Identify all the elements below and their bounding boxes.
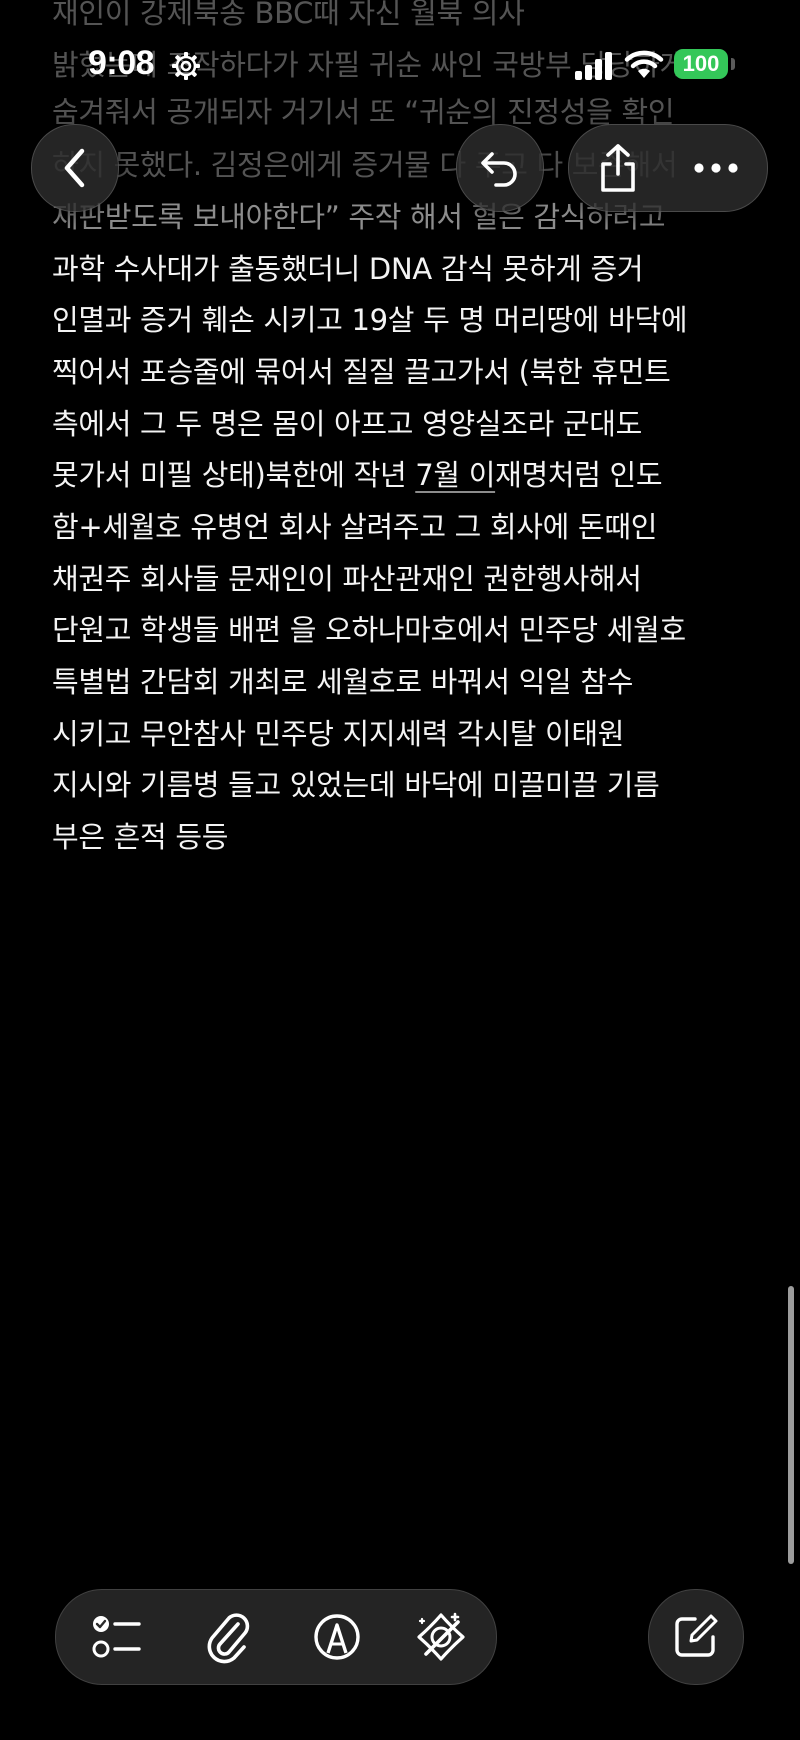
battery-cap xyxy=(731,58,735,70)
cellular-signal-icon xyxy=(575,52,612,80)
share-button[interactable] xyxy=(569,125,668,211)
note-line[interactable]: 인멸과 증거 훼손 시키고 19살 두 명 머리땅에 바닥에 xyxy=(52,294,688,346)
writing-tools-icon xyxy=(417,1612,465,1661)
gear-icon xyxy=(172,52,200,80)
note-line[interactable]: 단원고 학생들 배편 을 오하나마호에서 민주당 세월호 xyxy=(52,604,686,656)
chevron-left-icon xyxy=(64,148,85,188)
more-button[interactable] xyxy=(668,125,767,211)
status-bar: 9:08 100 xyxy=(0,38,800,92)
note-line[interactable]: 채권주 회사들 문재인이 파산관재인 권한행사해서 xyxy=(52,553,642,605)
note-line[interactable]: 찍어서 포승줄에 묶어서 질질 끌고가서 (북한 휴먼트 xyxy=(52,346,671,398)
bottom-toolbar xyxy=(55,1589,497,1685)
compose-button[interactable] xyxy=(648,1589,744,1685)
underlined-text: 7월 이 xyxy=(415,458,496,492)
compose-icon xyxy=(675,1614,718,1657)
markup-pen-icon xyxy=(314,1614,360,1660)
note-line[interactable]: 재인이 강제북송 BBC때 자신 월북 의사 xyxy=(52,0,525,39)
paperclip-icon xyxy=(207,1613,250,1664)
checklist-icon xyxy=(92,1616,141,1658)
note-line[interactable]: 과학 수사대가 출동했더니 DNA 감식 못하게 증거 xyxy=(52,243,644,295)
note-line[interactable]: 시키고 무안참사 민주당 지지세력 각시탈 이태원 xyxy=(52,708,625,760)
note-line[interactable]: 부은 흔적 등등 xyxy=(52,811,228,863)
scroll-indicator[interactable] xyxy=(788,1286,794,1564)
undo-icon xyxy=(481,152,517,187)
wifi-icon xyxy=(624,50,664,78)
writing-tools-button[interactable] xyxy=(394,1590,488,1684)
battery-icon: 100 xyxy=(674,49,728,79)
note-text-segment: 재명처럼 인도 xyxy=(495,458,663,492)
note-text-segment: 못가서 미필 상태)북한에 작년 xyxy=(52,458,416,492)
attach-button[interactable] xyxy=(180,1590,274,1684)
back-button[interactable] xyxy=(31,124,119,212)
checklist-button[interactable] xyxy=(70,1590,164,1684)
markup-button[interactable] xyxy=(290,1590,384,1684)
more-icon xyxy=(694,163,738,173)
action-pill xyxy=(568,124,768,212)
note-line[interactable]: 특별법 간담회 개최로 세월호로 바꿔서 익일 참수 xyxy=(52,656,633,708)
note-line[interactable]: 못가서 미필 상태)북한에 작년 7월 이재명처럼 인도 xyxy=(52,449,663,501)
undo-button[interactable] xyxy=(456,124,544,212)
note-line[interactable]: 지시와 기름병 들고 있었는데 바닥에 미끌미끌 기름 xyxy=(52,759,660,811)
share-icon xyxy=(601,144,635,192)
note-line[interactable]: 함+세월호 유병언 회사 살려주고 그 회사에 돈때인 xyxy=(52,501,657,553)
status-time: 9:08 xyxy=(88,44,155,82)
note-line[interactable]: 측에서 그 두 명은 몸이 아프고 영양실조라 군대도 xyxy=(52,398,642,450)
